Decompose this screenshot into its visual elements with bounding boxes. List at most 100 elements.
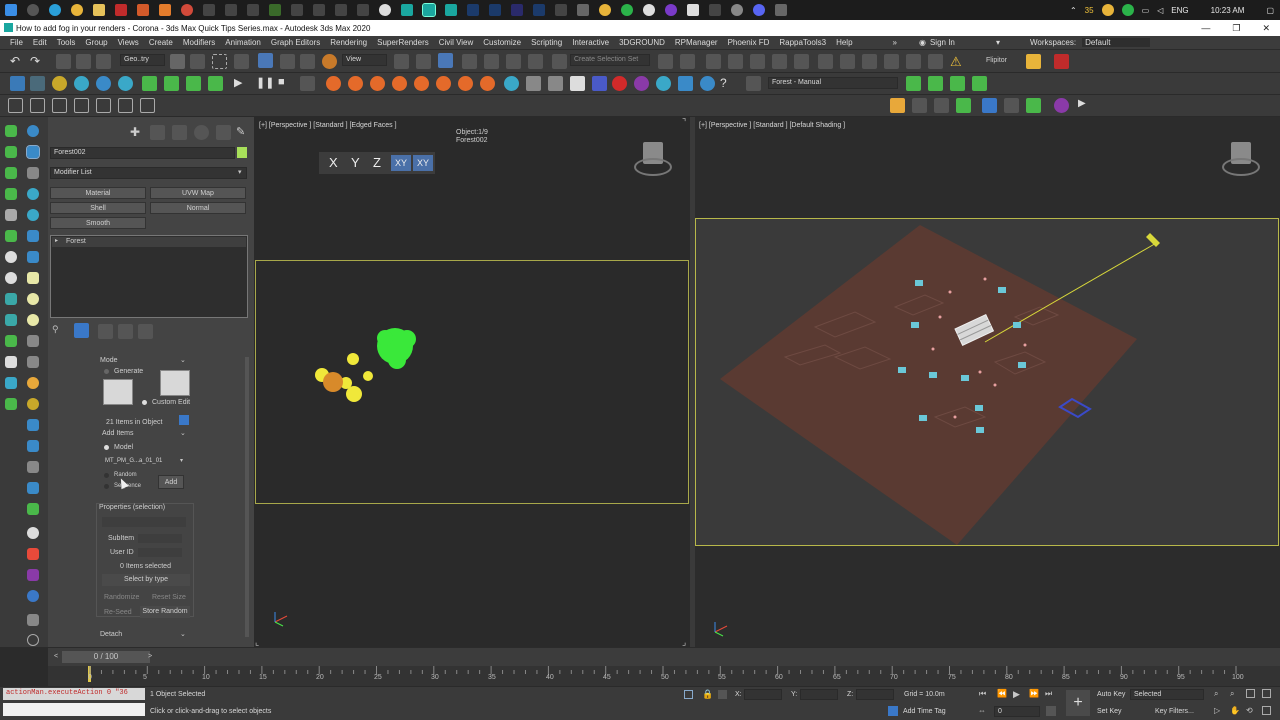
tool-icon[interactable] xyxy=(27,335,39,347)
scale-icon[interactable] xyxy=(300,54,315,69)
tool-icon[interactable] xyxy=(5,251,17,263)
object-name-field[interactable]: Forest002 xyxy=(50,147,235,159)
tool-icon[interactable] xyxy=(5,398,17,410)
redo-icon[interactable]: ↷ xyxy=(30,54,45,69)
pan-icon[interactable]: ✋ xyxy=(1230,706,1240,715)
app-icon[interactable] xyxy=(665,4,677,16)
help-icon[interactable] xyxy=(27,634,39,646)
tray-icon[interactable] xyxy=(1121,4,1134,16)
workspaces-dropdown[interactable]: Default xyxy=(1082,38,1151,47)
tool-icon[interactable] xyxy=(982,98,997,113)
app-icon[interactable] xyxy=(555,4,567,16)
modifier-list-dropdown[interactable]: Modifier List xyxy=(50,167,247,179)
create-icon[interactable] xyxy=(52,76,67,91)
snaps-toggle-icon[interactable] xyxy=(462,54,477,69)
modify-tab-icon[interactable] xyxy=(26,145,40,159)
tool-icon[interactable] xyxy=(912,98,927,113)
forest-icon[interactable] xyxy=(592,76,607,91)
motion-tab-icon[interactable] xyxy=(194,125,209,140)
render-icon[interactable] xyxy=(928,54,943,69)
pause-icon[interactable]: ❚❚ xyxy=(256,76,274,91)
remove-modifier-icon[interactable] xyxy=(118,324,133,339)
chevron-up-icon[interactable]: ⌃ xyxy=(1070,6,1077,15)
menu-superrenders[interactable]: SuperRenders xyxy=(377,38,439,47)
app-icon[interactable] xyxy=(159,4,171,16)
light-icon[interactable] xyxy=(5,146,17,158)
sign-in-button[interactable]: Sign In xyxy=(930,38,992,47)
forest-icon[interactable] xyxy=(678,76,693,91)
chevron-down-icon[interactable]: ⌄ xyxy=(180,630,186,638)
place-icon[interactable] xyxy=(322,54,337,69)
show-end-result-icon[interactable] xyxy=(74,323,89,338)
menu-rpmanager[interactable]: RPManager xyxy=(675,38,728,47)
zoom-icon[interactable]: ⌕ xyxy=(1214,689,1218,699)
tool-icon[interactable] xyxy=(27,527,39,539)
model-radio[interactable] xyxy=(104,445,109,450)
tool-icon[interactable] xyxy=(5,272,17,284)
app-icon[interactable] xyxy=(247,4,259,16)
user-id-spinner[interactable] xyxy=(138,548,182,557)
menu-graph-editors[interactable]: Graph Editors xyxy=(271,38,330,47)
flipitor-label[interactable]: Flipitor xyxy=(986,57,1007,64)
sequence-radio[interactable] xyxy=(104,484,109,489)
forest-icon[interactable] xyxy=(526,76,541,91)
tool-icon[interactable] xyxy=(5,209,17,221)
tool-icon[interactable] xyxy=(27,440,39,452)
chevron-down-icon[interactable]: ▾ xyxy=(180,457,183,464)
field-of-view-icon[interactable]: ▷ xyxy=(1214,706,1220,715)
custom-edit-radio[interactable] xyxy=(142,400,147,405)
tool-icon[interactable] xyxy=(928,76,943,91)
curve-editor-icon[interactable] xyxy=(772,54,787,69)
go-to-end-icon[interactable]: ⏭ xyxy=(1045,689,1052,699)
tool-icon[interactable] xyxy=(96,98,111,113)
tool-icon[interactable] xyxy=(140,98,155,113)
menu-interactive[interactable]: Interactive xyxy=(572,38,619,47)
create-icon[interactable] xyxy=(142,76,157,91)
z-coordinate-field[interactable] xyxy=(856,689,894,700)
modify-tab-icon[interactable] xyxy=(150,125,165,140)
key-mode-icon[interactable]: ⇔ xyxy=(978,706,986,715)
named-selection-icon[interactable] xyxy=(552,54,567,69)
plugin-icon[interactable] xyxy=(1026,54,1041,69)
photoshop-icon[interactable] xyxy=(489,4,501,16)
zoom-extents-icon[interactable] xyxy=(1246,689,1255,698)
model-dropdown[interactable]: MT_PM_G...a_01_01 xyxy=(102,456,186,467)
zoom-all-icon[interactable]: ⌕ xyxy=(1230,689,1234,699)
forest-icon[interactable] xyxy=(504,76,519,91)
phoenix-icon[interactable] xyxy=(436,76,451,91)
time-slider[interactable]: 0 / 100 xyxy=(62,651,150,663)
menu-more-icon[interactable]: » xyxy=(893,38,907,47)
notepad-icon[interactable] xyxy=(687,4,699,16)
create-icon[interactable] xyxy=(186,76,201,91)
app-icon[interactable] xyxy=(291,4,303,16)
tool-icon[interactable] xyxy=(27,590,39,602)
select-manipulate-icon[interactable] xyxy=(416,54,431,69)
tool-icon[interactable] xyxy=(27,314,39,326)
rotate-icon[interactable] xyxy=(280,54,295,69)
select-by-name-icon[interactable] xyxy=(190,54,205,69)
list-icon[interactable] xyxy=(746,76,761,91)
expand-icon[interactable]: ▸ xyxy=(55,237,58,244)
menu-tools[interactable]: Tools xyxy=(57,38,86,47)
time-slider-prev-button[interactable]: < xyxy=(54,653,58,660)
app-icon[interactable] xyxy=(335,4,347,16)
mirror-icon[interactable] xyxy=(658,54,673,69)
tool-icon[interactable] xyxy=(27,569,39,581)
menu-phoenix-fd[interactable]: Phoenix FD xyxy=(728,38,780,47)
forest-preset-dropdown[interactable]: Forest - Manual xyxy=(768,77,898,89)
tool-icon[interactable] xyxy=(27,356,39,368)
tool-icon[interactable] xyxy=(890,98,905,113)
make-unique-icon[interactable] xyxy=(98,324,113,339)
reseed-button[interactable]: Re-Seed xyxy=(104,609,132,616)
resize-handle-icon[interactable]: ⌟ xyxy=(682,637,686,647)
normal-button[interactable]: Normal xyxy=(150,202,246,214)
edge-icon[interactable] xyxy=(49,4,61,16)
tool-icon[interactable] xyxy=(950,76,965,91)
tool-icon[interactable] xyxy=(27,398,39,410)
viewcube-icon[interactable] xyxy=(1220,140,1262,180)
stop-icon[interactable]: ■ xyxy=(278,76,293,91)
create-tab-icon[interactable] xyxy=(5,125,17,137)
forest-icon[interactable] xyxy=(700,76,715,91)
menu-file[interactable]: File xyxy=(10,38,33,47)
maxscript-listener[interactable]: actionMan.executeAction 0 "36 xyxy=(3,688,145,700)
